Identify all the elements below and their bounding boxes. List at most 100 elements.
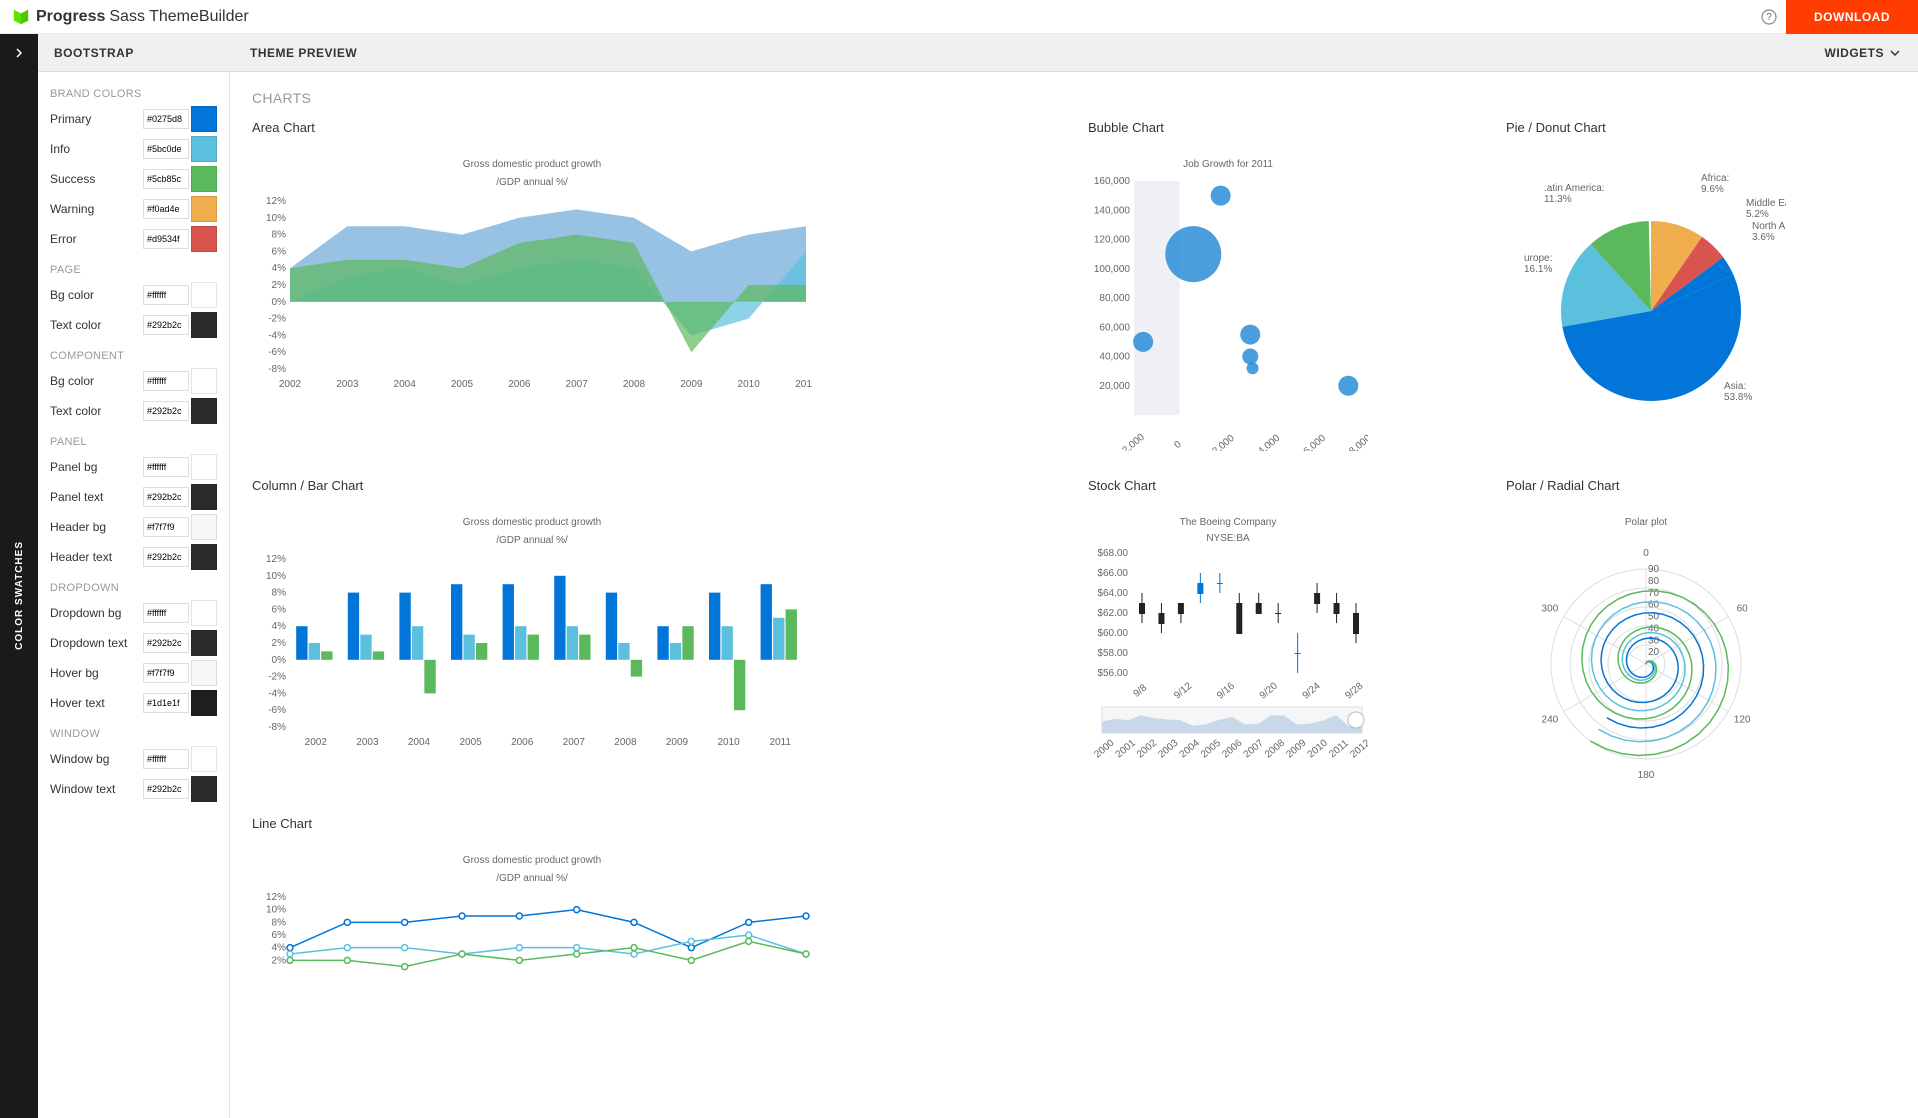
color-row: Success <box>50 166 217 192</box>
content: CHARTS Area Chart Gross domestic product… <box>230 72 1918 1118</box>
color-swatch[interactable] <box>191 484 217 510</box>
svg-text:/GDP annual %/: /GDP annual %/ <box>496 177 568 188</box>
svg-text:2009: 2009 <box>1284 737 1308 760</box>
svg-text:-4%: -4% <box>268 330 286 341</box>
svg-text:4%: 4% <box>272 621 287 632</box>
color-swatch[interactable] <box>191 136 217 162</box>
svg-text:11.3%: 11.3% <box>1544 194 1572 205</box>
color-label: Info <box>50 142 143 156</box>
svg-text:8%: 8% <box>272 230 287 241</box>
color-input[interactable] <box>143 693 189 713</box>
color-row: Text color <box>50 398 217 424</box>
color-input[interactable] <box>143 663 189 683</box>
svg-text:6%: 6% <box>272 930 287 941</box>
color-row: Text color <box>50 312 217 338</box>
color-swatch[interactable] <box>191 630 217 656</box>
color-swatch[interactable] <box>191 312 217 338</box>
svg-text:2010: 2010 <box>738 379 761 390</box>
color-swatch[interactable] <box>191 282 217 308</box>
chart-label: Bubble Chart <box>1088 120 1478 135</box>
color-input[interactable] <box>143 139 189 159</box>
svg-text:2003: 2003 <box>356 737 379 748</box>
widgets-dropdown[interactable]: WIDGETS <box>1807 46 1918 60</box>
svg-text:90: 90 <box>1648 564 1660 575</box>
expand-sidebar-button[interactable] <box>0 34 38 72</box>
color-swatch[interactable] <box>191 106 217 132</box>
svg-text:6,000: 6,000 <box>1302 433 1329 451</box>
svg-text:2001: 2001 <box>1114 737 1138 760</box>
color-input[interactable] <box>143 169 189 189</box>
chevron-down-icon <box>1890 48 1900 58</box>
color-input[interactable] <box>143 401 189 421</box>
svg-text:5.2%: 5.2% <box>1746 209 1769 220</box>
svg-text:2011: 2011 <box>769 737 791 748</box>
color-label: Hover bg <box>50 666 143 680</box>
pie-chart-panel: Pie / Donut Chart Africa:9.6%Middle East… <box>1506 120 1896 454</box>
color-label: Header text <box>50 550 143 564</box>
polar-chart-panel: Polar / Radial Chart Polar plot060120180… <box>1506 478 1896 792</box>
brand-light: Sass ThemeBuilder <box>109 8 248 26</box>
color-input[interactable] <box>143 749 189 769</box>
color-swatch[interactable] <box>191 746 217 772</box>
svg-text:0%: 0% <box>272 297 287 308</box>
svg-text:6%: 6% <box>272 604 287 615</box>
svg-text:80,000: 80,000 <box>1099 293 1130 304</box>
color-swatch[interactable] <box>191 368 217 394</box>
svg-text:3.6%: 3.6% <box>1752 232 1775 243</box>
svg-text:2008: 2008 <box>1263 737 1287 760</box>
color-row: Bg color <box>50 282 217 308</box>
stock-chart-panel: Stock Chart The Boeing CompanyNYSE:BA$56… <box>1088 478 1478 792</box>
svg-text:2004: 2004 <box>408 737 431 748</box>
color-swatch[interactable] <box>191 660 217 686</box>
color-input[interactable] <box>143 199 189 219</box>
color-input[interactable] <box>143 229 189 249</box>
color-swatch[interactable] <box>191 600 217 626</box>
color-swatch[interactable] <box>191 544 217 570</box>
color-row: Header bg <box>50 514 217 540</box>
color-swatch[interactable] <box>191 776 217 802</box>
color-swatches-tab[interactable]: COLOR SWATCHES <box>0 72 38 1118</box>
svg-text:-4%: -4% <box>268 688 286 699</box>
color-swatch[interactable] <box>191 196 217 222</box>
color-swatch[interactable] <box>191 398 217 424</box>
color-input[interactable] <box>143 517 189 537</box>
color-input[interactable] <box>143 371 189 391</box>
help-button[interactable]: ? <box>1752 0 1786 34</box>
chart-label: Stock Chart <box>1088 478 1478 493</box>
svg-text:2004: 2004 <box>394 379 417 390</box>
color-input[interactable] <box>143 109 189 129</box>
color-input[interactable] <box>143 315 189 335</box>
svg-text:2002: 2002 <box>279 379 302 390</box>
color-input[interactable] <box>143 457 189 477</box>
color-row: Hover bg <box>50 660 217 686</box>
chart-label: Column / Bar Chart <box>252 478 1060 493</box>
svg-text:0%: 0% <box>272 655 287 666</box>
color-input[interactable] <box>143 603 189 623</box>
svg-text:$66.00: $66.00 <box>1097 568 1128 579</box>
color-input[interactable] <box>143 487 189 507</box>
color-swatch[interactable] <box>191 454 217 480</box>
svg-text:$64.00: $64.00 <box>1097 588 1128 599</box>
color-swatch[interactable] <box>191 514 217 540</box>
svg-text:4,000: 4,000 <box>1256 433 1283 451</box>
svg-text:2008: 2008 <box>623 379 646 390</box>
color-swatch[interactable] <box>191 166 217 192</box>
svg-text:/GDP annual %/: /GDP annual %/ <box>496 873 568 884</box>
brand-bold: Progress <box>36 8 105 26</box>
section-title: PANEL <box>50 436 217 448</box>
svg-text:8,000: 8,000 <box>1347 433 1368 451</box>
color-swatch[interactable] <box>191 690 217 716</box>
color-label: Window text <box>50 782 143 796</box>
color-input[interactable] <box>143 633 189 653</box>
color-input[interactable] <box>143 779 189 799</box>
color-row: Panel bg <box>50 454 217 480</box>
chart-label: Line Chart <box>252 816 1060 831</box>
color-input[interactable] <box>143 285 189 305</box>
svg-text:12%: 12% <box>266 554 286 565</box>
color-input[interactable] <box>143 547 189 567</box>
svg-text:?: ? <box>1766 12 1772 23</box>
download-button[interactable]: DOWNLOAD <box>1786 0 1918 34</box>
svg-text:60,000: 60,000 <box>1099 322 1130 333</box>
color-swatch[interactable] <box>191 226 217 252</box>
color-row: Info <box>50 136 217 162</box>
